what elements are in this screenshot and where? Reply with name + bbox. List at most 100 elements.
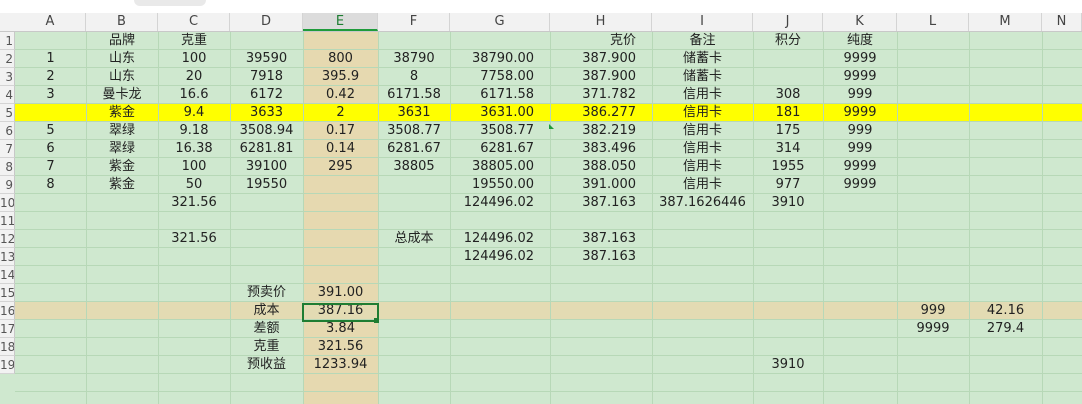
cell-g10[interactable]: 124496.02 xyxy=(450,194,550,212)
cell-h5[interactable]: 386.277 xyxy=(550,104,652,122)
row-header-8[interactable]: 8 xyxy=(0,158,15,176)
cell-e5[interactable]: 2 xyxy=(303,104,378,122)
cell-h1[interactable]: 克价 xyxy=(550,32,652,50)
row-header-11[interactable]: 11 xyxy=(0,212,15,230)
cell-b3[interactable]: 山东 xyxy=(86,68,158,86)
cell-f6[interactable]: 3508.77 xyxy=(378,122,450,140)
cell-g9[interactable]: 19550.00 xyxy=(450,176,550,194)
cell-a2[interactable]: 1 xyxy=(15,50,86,68)
cell-c2[interactable]: 100 xyxy=(158,50,230,68)
cell-b8[interactable]: 紫金 xyxy=(86,158,158,176)
cell-f2[interactable]: 38790 xyxy=(378,50,450,68)
cell-d6[interactable]: 3508.94 xyxy=(230,122,303,140)
row-header-12[interactable]: 12 xyxy=(0,230,15,248)
cell-d18[interactable]: 克重 xyxy=(230,338,303,356)
cell-e18[interactable]: 321.56 xyxy=(303,338,378,356)
cell-i3[interactable]: 储蓄卡 xyxy=(652,68,753,86)
cell-f5[interactable]: 3631 xyxy=(378,104,450,122)
row-header-19[interactable]: 19 xyxy=(0,356,15,374)
cell-e2[interactable]: 800 xyxy=(303,50,378,68)
cell-e4[interactable]: 0.42 xyxy=(303,86,378,104)
cell-m17[interactable]: 279.4 xyxy=(969,320,1042,338)
cell-d3[interactable]: 7918 xyxy=(230,68,303,86)
column-header-c[interactable]: C xyxy=(158,13,230,31)
cell-j9[interactable]: 977 xyxy=(753,176,823,194)
cell-b7[interactable]: 翠绿 xyxy=(86,140,158,158)
cell-a8[interactable]: 7 xyxy=(15,158,86,176)
column-header-m[interactable]: M xyxy=(969,13,1042,31)
cell-j7[interactable]: 314 xyxy=(753,140,823,158)
cell-c3[interactable]: 20 xyxy=(158,68,230,86)
cell-j19[interactable]: 3910 xyxy=(753,356,823,374)
cell-i7[interactable]: 信用卡 xyxy=(652,140,753,158)
cell-k3[interactable]: 9999 xyxy=(823,68,897,86)
fill-handle[interactable] xyxy=(374,318,379,323)
cell-h7[interactable]: 383.496 xyxy=(550,140,652,158)
cell-g2[interactable]: 38790.00 xyxy=(450,50,550,68)
row-header-3[interactable]: 3 xyxy=(0,68,15,86)
cell-i6[interactable]: 信用卡 xyxy=(652,122,753,140)
cell-j6[interactable]: 175 xyxy=(753,122,823,140)
cell-e6[interactable]: 0.17 xyxy=(303,122,378,140)
cell-d8[interactable]: 39100 xyxy=(230,158,303,176)
cell-a4[interactable]: 3 xyxy=(15,86,86,104)
cell-m16[interactable]: 42.16 xyxy=(969,302,1042,320)
cell-h9[interactable]: 391.000 xyxy=(550,176,652,194)
cell-h10[interactable]: 387.163 xyxy=(550,194,652,212)
cell-a9[interactable]: 8 xyxy=(15,176,86,194)
cell-j8[interactable]: 1955 xyxy=(753,158,823,176)
cell-h8[interactable]: 388.050 xyxy=(550,158,652,176)
column-header-f[interactable]: F xyxy=(378,13,450,31)
cell-b5[interactable]: 紫金 xyxy=(86,104,158,122)
cell-k1[interactable]: 纯度 xyxy=(823,32,897,50)
cell-b4[interactable]: 曼卡龙 xyxy=(86,86,158,104)
cell-d4[interactable]: 6172 xyxy=(230,86,303,104)
cell-l17[interactable]: 9999 xyxy=(897,320,969,338)
cell-h13[interactable]: 387.163 xyxy=(550,248,652,266)
column-header-i[interactable]: I xyxy=(652,13,753,31)
cell-a3[interactable]: 2 xyxy=(15,68,86,86)
cell-d7[interactable]: 6281.81 xyxy=(230,140,303,158)
cell-c10[interactable]: 321.56 xyxy=(158,194,230,212)
column-header-b[interactable]: B xyxy=(86,13,158,31)
column-header-k[interactable]: K xyxy=(823,13,897,31)
cell-h2[interactable]: 387.900 xyxy=(550,50,652,68)
cell-d15[interactable]: 预卖价 xyxy=(230,284,303,302)
cell-d2[interactable]: 39590 xyxy=(230,50,303,68)
row-header-18[interactable]: 18 xyxy=(0,338,15,356)
cell-k5[interactable]: 9999 xyxy=(823,104,897,122)
cell-e15[interactable]: 391.00 xyxy=(303,284,378,302)
column-header-h[interactable]: H xyxy=(550,13,652,31)
cell-j4[interactable]: 308 xyxy=(753,86,823,104)
cell-c1[interactable]: 克重 xyxy=(158,32,230,50)
column-header-a[interactable]: A xyxy=(15,13,86,31)
cell-i4[interactable]: 信用卡 xyxy=(652,86,753,104)
cell-j10[interactable]: 3910 xyxy=(753,194,823,212)
cell-a7[interactable]: 6 xyxy=(15,140,86,158)
cell-b6[interactable]: 翠绿 xyxy=(86,122,158,140)
row-header-4[interactable]: 4 xyxy=(0,86,15,104)
cell-e8[interactable]: 295 xyxy=(303,158,378,176)
cell-i5[interactable]: 信用卡 xyxy=(652,104,753,122)
cell-i2[interactable]: 储蓄卡 xyxy=(652,50,753,68)
cell-f7[interactable]: 6281.67 xyxy=(378,140,450,158)
row-header-2[interactable]: 2 xyxy=(0,50,15,68)
cell-a6[interactable]: 5 xyxy=(15,122,86,140)
cell-g7[interactable]: 6281.67 xyxy=(450,140,550,158)
cell-i10[interactable]: 387.1626446 xyxy=(652,194,753,212)
column-header-d[interactable]: D xyxy=(230,13,303,31)
cell-l16[interactable]: 999 xyxy=(897,302,969,320)
cell-k7[interactable]: 999 xyxy=(823,140,897,158)
cell-e3[interactable]: 395.9 xyxy=(303,68,378,86)
row-header-17[interactable]: 17 xyxy=(0,320,15,338)
cell-d5[interactable]: 3633 xyxy=(230,104,303,122)
cell-g12[interactable]: 124496.02 xyxy=(450,230,550,248)
cell-k9[interactable]: 9999 xyxy=(823,176,897,194)
cell-c9[interactable]: 50 xyxy=(158,176,230,194)
row-header-15[interactable]: 15 xyxy=(0,284,15,302)
cell-g13[interactable]: 124496.02 xyxy=(450,248,550,266)
cell-b2[interactable]: 山东 xyxy=(86,50,158,68)
column-header-l[interactable]: L xyxy=(897,13,969,31)
row-header-5[interactable]: 5 xyxy=(0,104,15,122)
cell-i1[interactable]: 备注 xyxy=(652,32,753,50)
